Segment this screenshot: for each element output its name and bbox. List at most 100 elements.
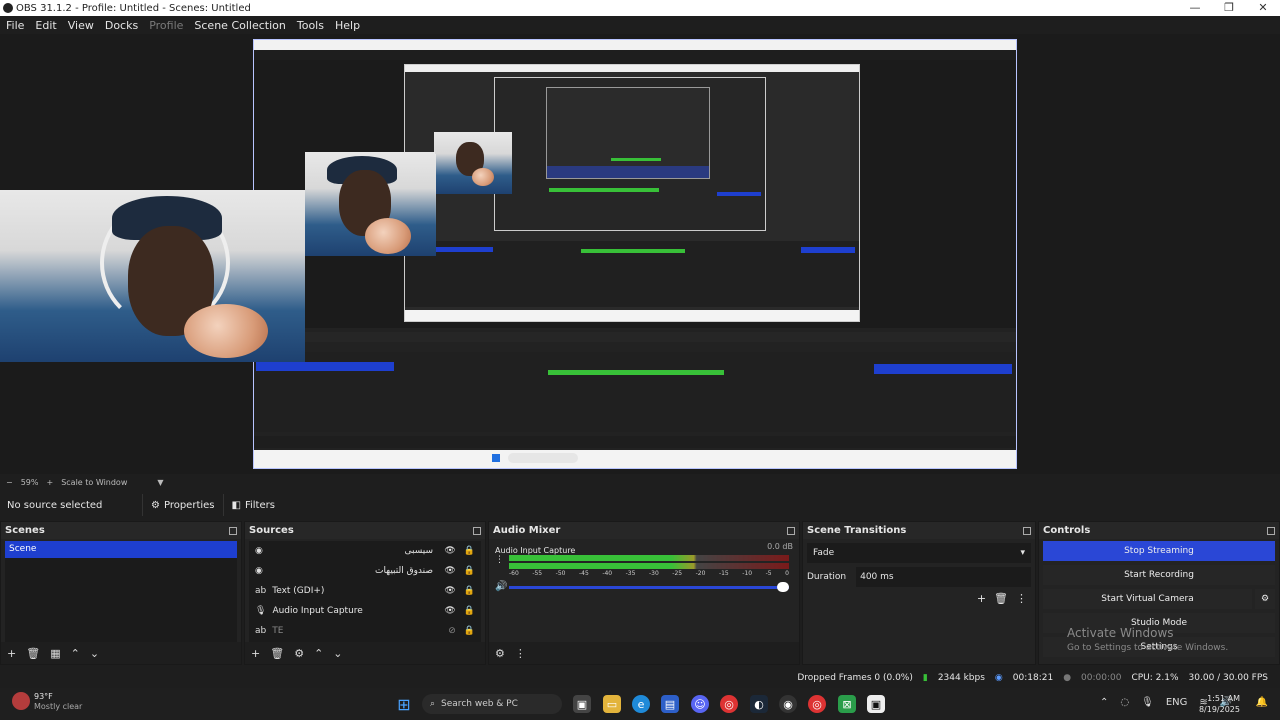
menu-file[interactable]: File: [0, 19, 29, 32]
app-icon[interactable]: ▣: [867, 695, 885, 713]
add-source-button[interactable]: +: [251, 647, 260, 660]
volume-meter: [509, 563, 789, 569]
store-icon[interactable]: ▤: [661, 695, 679, 713]
weather-icon[interactable]: [12, 692, 30, 710]
move-down-icon[interactable]: ⌄: [333, 647, 342, 660]
xbox-icon[interactable]: ⊠: [838, 695, 856, 713]
source-item[interactable]: ◉ صندوق التبيهات 👁 🔒: [249, 561, 481, 581]
menu-view[interactable]: View: [62, 19, 99, 32]
meter-tick-label: -25: [672, 570, 683, 577]
menu-tools[interactable]: Tools: [291, 19, 329, 32]
source-item[interactable]: 🎙 Audio Input Capture 👁 🔒: [249, 601, 481, 621]
network-icon[interactable]: ◌: [1120, 697, 1129, 708]
add-transition-button[interactable]: +: [977, 592, 986, 605]
mixer-menu-icon[interactable]: ⋮: [515, 647, 526, 660]
close-button[interactable]: ✕: [1246, 0, 1280, 16]
microphone-icon: 🎙: [255, 606, 267, 616]
obs-icon[interactable]: ◉: [779, 695, 797, 713]
nested-capture-level-4: [546, 87, 710, 179]
menu-edit[interactable]: Edit: [29, 19, 61, 32]
eye-hidden-icon[interactable]: ⊘: [448, 626, 456, 636]
channel-db: 0.0 dB: [767, 542, 793, 551]
maximize-button[interactable]: ❐: [1212, 0, 1246, 16]
minimize-button[interactable]: —: [1178, 0, 1212, 16]
language-indicator[interactable]: ENG: [1166, 697, 1188, 708]
meter-tick-label: -10: [742, 570, 753, 577]
source-item[interactable]: ◉ سيسبی 👁 🔒: [249, 541, 481, 561]
clock-date: 8/19/2025: [1198, 705, 1240, 714]
discord-icon[interactable]: ☺: [691, 695, 709, 713]
zoom-out-button[interactable]: −: [6, 478, 13, 487]
move-down-icon[interactable]: ⌄: [90, 647, 99, 660]
remove-scene-button[interactable]: 🗑: [26, 647, 40, 660]
search-input[interactable]: ⌕ Search web & PC: [422, 694, 562, 714]
gear-icon[interactable]: ⚙: [1255, 589, 1275, 609]
transition-menu-icon[interactable]: ⋮: [1016, 592, 1027, 605]
source-properties-icon[interactable]: ⚙: [294, 647, 304, 660]
window-titlebar: OBS 31.1.2 - Profile: Untitled - Scenes:…: [0, 0, 1280, 16]
weather-temp: 93°F: [34, 692, 53, 701]
zoom-in-button[interactable]: +: [46, 478, 53, 487]
task-view-icon[interactable]: ▣: [573, 695, 591, 713]
volume-slider[interactable]: [509, 586, 789, 589]
source-item[interactable]: ab Text (GDI+) 👁 🔒: [249, 581, 481, 601]
microphone-icon[interactable]: 🎙: [1141, 697, 1154, 708]
file-explorer-icon[interactable]: ▭: [603, 695, 621, 713]
eye-icon[interactable]: 👁: [444, 566, 455, 576]
undock-icon[interactable]: [787, 526, 795, 535]
source-item[interactable]: ab TE ⊘ 🔒: [249, 621, 481, 641]
remove-source-button[interactable]: 🗑: [270, 647, 284, 660]
chevron-up-icon[interactable]: ⌃: [1100, 697, 1108, 708]
undock-icon[interactable]: [1023, 526, 1031, 535]
scale-mode-select[interactable]: Scale to Window: [61, 478, 127, 487]
lock-icon[interactable]: 🔒: [464, 566, 475, 576]
start-virtual-camera-button[interactable]: Start Virtual Camera: [1043, 589, 1252, 609]
filter-icon: ◧: [231, 499, 241, 511]
steam-icon[interactable]: ◐: [750, 695, 768, 713]
properties-label: Properties: [163, 499, 215, 511]
menu-docks[interactable]: Docks: [99, 19, 143, 32]
scene-filters-icon[interactable]: ▦: [50, 647, 60, 660]
nested-source-bar: [254, 332, 1016, 342]
volume-slider-handle[interactable]: [777, 582, 789, 592]
eye-icon[interactable]: 👁: [444, 586, 455, 596]
meter-tick-label: -60: [509, 570, 519, 577]
filters-button[interactable]: ◧ Filters: [222, 494, 283, 516]
lock-icon[interactable]: 🔒: [464, 606, 475, 616]
lock-icon[interactable]: 🔒: [464, 626, 475, 636]
eye-icon[interactable]: 👁: [444, 606, 455, 616]
channel-menu-icon[interactable]: ⋮: [495, 555, 504, 565]
stop-streaming-button[interactable]: Stop Streaming: [1043, 541, 1275, 561]
properties-button[interactable]: ⚙ Properties: [142, 494, 223, 516]
notification-icon[interactable]: 🔔: [1256, 697, 1268, 708]
move-up-icon[interactable]: ⌃: [71, 647, 80, 660]
chevron-down-icon[interactable]: ▼: [157, 478, 163, 487]
scene-item[interactable]: Scene: [5, 541, 237, 558]
speaker-icon[interactable]: 🔊: [495, 581, 507, 592]
chrome-icon[interactable]: ◎: [808, 695, 826, 713]
add-scene-button[interactable]: +: [7, 647, 16, 660]
clock[interactable]: 1:51 AM 8/19/2025: [1199, 693, 1240, 715]
start-recording-button[interactable]: Start Recording: [1043, 565, 1275, 585]
text-icon: ab: [255, 626, 267, 636]
windows-start-icon[interactable]: ⊞: [395, 695, 413, 714]
eye-icon[interactable]: 👁: [444, 546, 455, 556]
undock-icon[interactable]: [229, 526, 237, 535]
menu-scene-collection[interactable]: Scene Collection: [188, 19, 290, 32]
edge-icon[interactable]: e: [632, 695, 650, 713]
duration-input[interactable]: 400 ms: [856, 567, 1031, 587]
lock-icon[interactable]: 🔒: [464, 546, 475, 556]
remove-transition-button[interactable]: 🗑: [994, 592, 1008, 605]
advanced-audio-icon[interactable]: ⚙: [495, 647, 505, 660]
activate-windows-subtitle: Go to Settings to activate Windows.: [1067, 643, 1229, 653]
lock-icon[interactable]: 🔒: [464, 586, 475, 596]
menu-help[interactable]: Help: [329, 19, 365, 32]
scenes-dock: Scenes Scene + 🗑 ▦ ⌃ ⌄: [0, 521, 242, 665]
undock-icon[interactable]: [1267, 526, 1275, 535]
menu-profile[interactable]: Profile: [143, 19, 188, 32]
undock-icon[interactable]: [473, 526, 481, 535]
move-up-icon[interactable]: ⌃: [314, 647, 323, 660]
transition-select[interactable]: Fade ▾: [807, 543, 1031, 563]
chrome-icon[interactable]: ◎: [720, 695, 738, 713]
nested-statusbar: [254, 436, 1016, 448]
